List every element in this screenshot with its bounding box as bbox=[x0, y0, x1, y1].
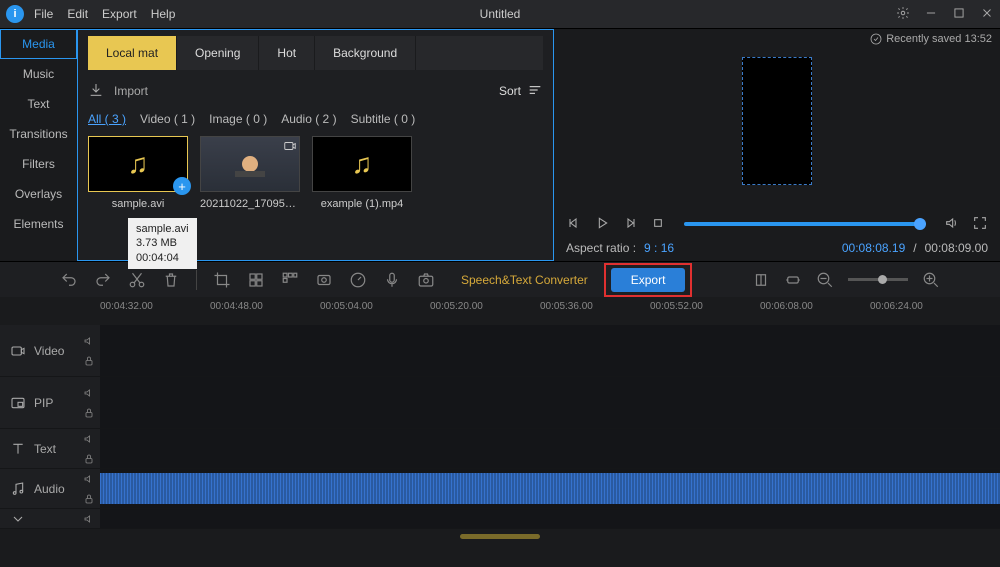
aspect-value[interactable]: 9 : 16 bbox=[644, 241, 674, 255]
time-current: 00:08:08.19 bbox=[842, 241, 905, 255]
media-item[interactable]: ♫ + sample.avi bbox=[88, 136, 188, 210]
sidetab-media[interactable]: Media bbox=[0, 29, 77, 59]
fit-icon[interactable] bbox=[784, 271, 802, 289]
media-item[interactable]: ♫ example (1).mp4 bbox=[312, 136, 412, 210]
redo-icon[interactable] bbox=[94, 271, 112, 289]
sort-label[interactable]: Sort bbox=[499, 84, 521, 98]
track-extra[interactable] bbox=[0, 509, 1000, 529]
time-sep: / bbox=[913, 241, 916, 255]
close-icon[interactable] bbox=[980, 6, 994, 23]
aspect-label: Aspect ratio : bbox=[566, 241, 636, 255]
time-total: 00:08:09.00 bbox=[925, 241, 988, 255]
export-button[interactable]: Export bbox=[611, 268, 686, 292]
menu-edit[interactable]: Edit bbox=[67, 7, 88, 21]
timeline-scrollbar[interactable] bbox=[0, 529, 1000, 543]
titlebar: i File Edit Export Help Untitled bbox=[0, 0, 1000, 28]
lock-icon[interactable] bbox=[83, 355, 95, 367]
track-video[interactable]: Video bbox=[0, 325, 1000, 377]
menu-bar: File Edit Export Help bbox=[34, 7, 175, 21]
preview-frame bbox=[742, 57, 812, 185]
import-button[interactable]: Import bbox=[114, 84, 148, 98]
mute-icon[interactable] bbox=[83, 335, 95, 347]
sidetab-text[interactable]: Text bbox=[0, 89, 77, 119]
freeze-icon[interactable] bbox=[315, 271, 333, 289]
lock-icon[interactable] bbox=[83, 453, 95, 465]
media-item-label: example (1).mp4 bbox=[321, 198, 404, 210]
import-icon[interactable] bbox=[88, 82, 104, 101]
mosaic-icon[interactable] bbox=[247, 271, 265, 289]
timeline-ruler[interactable]: 00:04:32.00 00:04:48.00 00:05:04.00 00:0… bbox=[0, 297, 1000, 325]
volume-icon[interactable] bbox=[944, 215, 960, 234]
cut-icon[interactable] bbox=[128, 271, 146, 289]
media-tooltip: sample.avi 3.73 MB 00:04:04 bbox=[128, 218, 197, 269]
audio-clip[interactable] bbox=[100, 473, 1000, 504]
mute-icon[interactable] bbox=[83, 513, 95, 525]
lock-icon[interactable] bbox=[83, 493, 95, 505]
mute-icon[interactable] bbox=[83, 387, 95, 399]
sidetab-transitions[interactable]: Transitions bbox=[0, 119, 77, 149]
play-icon[interactable] bbox=[594, 215, 610, 234]
tab-hot[interactable]: Hot bbox=[259, 36, 315, 70]
preview-panel: Recently saved 13:52 Aspect ratio : 9 : … bbox=[554, 29, 1000, 261]
music-note-icon: ♫ bbox=[128, 148, 149, 180]
sidetab-overlays[interactable]: Overlays bbox=[0, 179, 77, 209]
zoom-in-icon[interactable] bbox=[922, 271, 940, 289]
video-thumb-placeholder bbox=[230, 149, 270, 179]
media-item[interactable]: 20211022_170955... bbox=[200, 136, 300, 210]
sidetab-music[interactable]: Music bbox=[0, 59, 77, 89]
side-tabs: Media Music Text Transitions Filters Ove… bbox=[0, 29, 77, 261]
app-logo: i bbox=[6, 5, 24, 23]
filter-all[interactable]: All ( 3 ) bbox=[88, 112, 126, 126]
export-highlight: Export bbox=[604, 263, 693, 297]
prev-frame-icon[interactable] bbox=[566, 215, 582, 234]
tab-opening[interactable]: Opening bbox=[177, 36, 259, 70]
seek-bar[interactable] bbox=[684, 222, 926, 226]
speed-icon[interactable] bbox=[349, 271, 367, 289]
menu-file[interactable]: File bbox=[34, 7, 53, 21]
undo-icon[interactable] bbox=[60, 271, 78, 289]
add-to-timeline-button[interactable]: + bbox=[173, 177, 191, 195]
mute-icon[interactable] bbox=[83, 433, 95, 445]
timeline-tracks: Video PIP Text Audio bbox=[0, 325, 1000, 529]
tab-local[interactable]: Local mat bbox=[88, 36, 177, 70]
voiceover-icon[interactable] bbox=[383, 271, 401, 289]
fullscreen-icon[interactable] bbox=[972, 215, 988, 234]
video-badge-icon bbox=[283, 139, 297, 156]
mosaic2-icon[interactable] bbox=[281, 271, 299, 289]
next-frame-icon[interactable] bbox=[622, 215, 638, 234]
settings-icon[interactable] bbox=[896, 6, 910, 23]
save-indicator: Recently saved 13:52 bbox=[870, 33, 992, 45]
menu-export[interactable]: Export bbox=[102, 7, 137, 21]
delete-icon[interactable] bbox=[162, 271, 180, 289]
filter-video[interactable]: Video ( 1 ) bbox=[140, 112, 195, 126]
window-title: Untitled bbox=[480, 7, 521, 21]
minimize-icon[interactable] bbox=[924, 6, 938, 23]
stop-icon[interactable] bbox=[650, 215, 666, 234]
zoom-slider[interactable] bbox=[848, 278, 908, 281]
menu-help[interactable]: Help bbox=[151, 7, 176, 21]
marker-icon[interactable] bbox=[752, 271, 770, 289]
media-item-label: 20211022_170955... bbox=[200, 198, 300, 210]
tab-background[interactable]: Background bbox=[315, 36, 416, 70]
mute-icon[interactable] bbox=[83, 473, 95, 485]
media-item-label: sample.avi bbox=[112, 198, 165, 210]
filter-image[interactable]: Image ( 0 ) bbox=[209, 112, 267, 126]
zoom-out-icon[interactable] bbox=[816, 271, 834, 289]
track-text[interactable]: Text bbox=[0, 429, 1000, 469]
maximize-icon[interactable] bbox=[952, 6, 966, 23]
sidetab-elements[interactable]: Elements bbox=[0, 209, 77, 239]
sort-icon[interactable] bbox=[527, 82, 543, 101]
filter-subtitle[interactable]: Subtitle ( 0 ) bbox=[351, 112, 416, 126]
track-audio[interactable]: Audio bbox=[0, 469, 1000, 509]
sidetab-filters[interactable]: Filters bbox=[0, 149, 77, 179]
lock-icon[interactable] bbox=[83, 407, 95, 419]
track-pip[interactable]: PIP bbox=[0, 377, 1000, 429]
filter-audio[interactable]: Audio ( 2 ) bbox=[281, 112, 336, 126]
screenshot-icon[interactable] bbox=[417, 271, 435, 289]
music-note-icon: ♫ bbox=[352, 148, 373, 180]
crop-icon[interactable] bbox=[213, 271, 231, 289]
speech-text-converter[interactable]: Speech&Text Converter bbox=[461, 273, 588, 287]
